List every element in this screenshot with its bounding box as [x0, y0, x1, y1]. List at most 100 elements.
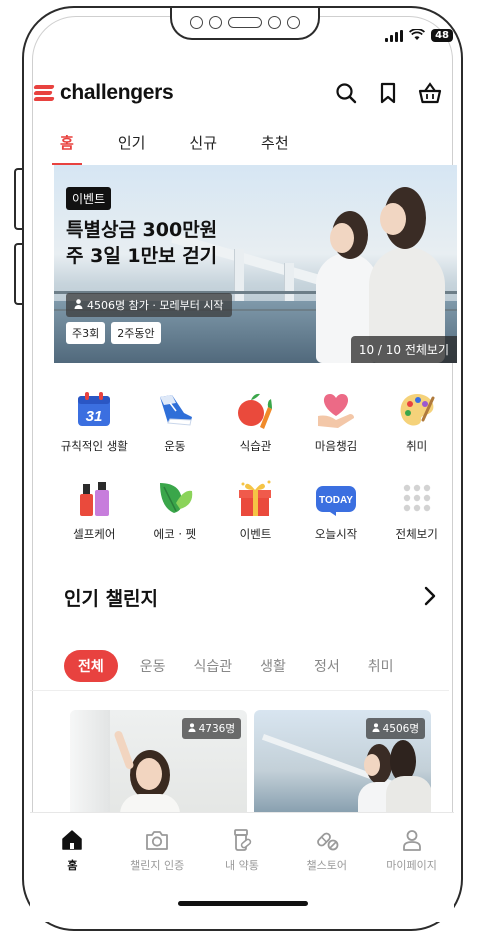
tab-popular[interactable]: 인기 [118, 132, 146, 165]
banner-chip-frequency: 주3회 [66, 322, 106, 344]
home-indicator-bar [178, 901, 308, 906]
search-icon[interactable] [334, 81, 358, 105]
category-label: 에코 · 펫 [153, 527, 197, 541]
category-event[interactable]: 이벤트 [215, 476, 296, 542]
card-participant-count: 4506명 [365, 718, 425, 739]
tab-recommended[interactable]: 추천 [261, 132, 289, 165]
card-curtain [70, 710, 110, 820]
today-badge-icon: TODAY [314, 476, 358, 520]
tab-home[interactable]: 홈 [52, 132, 82, 165]
banner-chip-duration: 2주동안 [111, 322, 161, 344]
person-icon [74, 298, 83, 312]
card-person-face [364, 754, 380, 776]
nav-store[interactable]: 챌스토어 [285, 827, 369, 873]
signal-icon [385, 29, 404, 42]
category-exercise[interactable]: 운동 [135, 388, 216, 454]
chevron-right-icon[interactable] [420, 584, 440, 608]
nav-challenge-verify[interactable]: 챌린지 인증 [115, 827, 199, 873]
banner-person-right-face [380, 203, 406, 235]
challenge-card[interactable]: 4506명 [254, 710, 431, 820]
person-icon [372, 722, 380, 735]
person-icon [188, 722, 196, 735]
tab-new[interactable]: 신규 [189, 132, 217, 165]
category-view-all[interactable]: 전체보기 [376, 476, 457, 542]
app-header: challengers [33, 76, 444, 110]
event-banner[interactable]: 이벤트 특별상금 300만원 주 3일 1만보 걷기 4506명 참가 · 모레… [54, 165, 457, 363]
banner-title: 특별상금 300만원 주 3일 1만보 걷기 [66, 217, 286, 269]
filter-diet[interactable]: 식습관 [194, 656, 233, 676]
category-label: 셀프케어 [73, 527, 116, 541]
category-eco-pet[interactable]: 에코 · 펫 [135, 476, 216, 542]
status-bar: 48 [385, 26, 453, 45]
nav-label: 챌린지 인증 [130, 859, 185, 872]
leaves-icon [153, 476, 197, 520]
phone-side-button-bottom [14, 243, 22, 305]
phone-notch [170, 8, 320, 40]
grid-dots-icon [395, 476, 439, 520]
basket-icon[interactable] [418, 81, 442, 105]
banner-event-tag: 이벤트 [66, 187, 112, 210]
app-logo[interactable]: challengers [33, 81, 174, 105]
category-label: 오늘시작 [314, 527, 358, 541]
card-participant-count: 4736명 [181, 718, 241, 739]
category-mindfulness[interactable]: 마음챙김 [296, 388, 377, 454]
card-participant-count-text: 4736명 [198, 723, 235, 735]
pill-bottle-icon [229, 827, 255, 853]
logo-text: challengers [60, 81, 174, 104]
sneaker-icon [153, 388, 197, 432]
pill-capsule-icon [314, 827, 340, 853]
banner-view-all-button[interactable]: 10 / 10 전체보기 [350, 336, 457, 363]
category-hobby[interactable]: 취미 [376, 388, 457, 454]
filter-emotion[interactable]: 정서 [314, 656, 340, 676]
category-label: 규칙적인 생활 [60, 439, 128, 453]
banner-title-line2: 주 3일 1만보 걷기 [66, 245, 218, 267]
filter-exercise[interactable]: 운동 [140, 656, 166, 676]
category-label: 운동 [164, 439, 186, 453]
banner-chips: 주3회 2주동안 [66, 322, 161, 344]
logo-stripes-icon [33, 83, 56, 103]
calendar-icon: 31 [72, 388, 116, 432]
banner-person-left-face [330, 223, 354, 253]
category-grid: 31 규칙적인 생활 운동 식습관 마음챙김 취미 셀프케어 에코 · 펫 이벤… [54, 388, 457, 542]
filter-life[interactable]: 생활 [260, 656, 286, 676]
phone-side-button-top [14, 168, 22, 230]
category-diet[interactable]: 식습관 [215, 388, 296, 454]
category-start-today[interactable]: TODAY 오늘시작 [296, 476, 377, 542]
nav-label: 챌스토어 [306, 859, 348, 872]
challenge-card[interactable]: 4736명 [70, 710, 247, 820]
gift-icon [233, 476, 277, 520]
camera-icon [144, 827, 170, 853]
home-tabs: 홈 인기 신규 추천 [52, 132, 333, 165]
filter-all[interactable]: 전체 [64, 650, 118, 682]
nav-label: 내 약통 [225, 859, 259, 872]
bottom-navigation: 홈 챌린지 인증 내 약통 챌스토어 마이페이지 [30, 812, 454, 922]
category-label: 전체보기 [395, 527, 438, 541]
category-filter-chips: 전체 운동 식습관 생활 정서 취미 [64, 650, 421, 682]
wifi-icon [409, 26, 426, 45]
filter-hobby[interactable]: 취미 [368, 656, 394, 676]
nav-label: 마이페이지 [386, 859, 437, 872]
nav-label: 홈 [67, 859, 78, 872]
heart-hand-icon [314, 388, 358, 432]
card-participant-count-text: 4506명 [382, 723, 419, 735]
card-person-arm [113, 729, 135, 771]
nav-home[interactable]: 홈 [30, 827, 114, 873]
battery-indicator: 48 [431, 29, 453, 42]
popular-section-title: 인기 챌린지 [64, 588, 159, 610]
nav-mypage[interactable]: 마이페이지 [370, 827, 454, 873]
nav-pillbox[interactable]: 내 약통 [200, 827, 284, 873]
apple-carrot-icon [233, 388, 277, 432]
bookmark-icon[interactable] [376, 81, 400, 105]
category-label: 마음챙김 [314, 439, 358, 453]
banner-participants-text: 4506명 참가 · 모레부터 시작 [87, 299, 224, 312]
cosmetics-icon [72, 476, 116, 520]
category-label: 식습관 [239, 439, 272, 453]
card-person-face [136, 758, 162, 790]
category-label: 이벤트 [239, 527, 272, 541]
category-selfcare[interactable]: 셀프케어 [54, 476, 135, 542]
calendar-day: 31 [86, 408, 103, 425]
category-label: 취미 [406, 439, 428, 453]
person-icon [399, 827, 425, 853]
home-icon [59, 827, 85, 853]
category-routine[interactable]: 31 규칙적인 생활 [54, 388, 135, 454]
